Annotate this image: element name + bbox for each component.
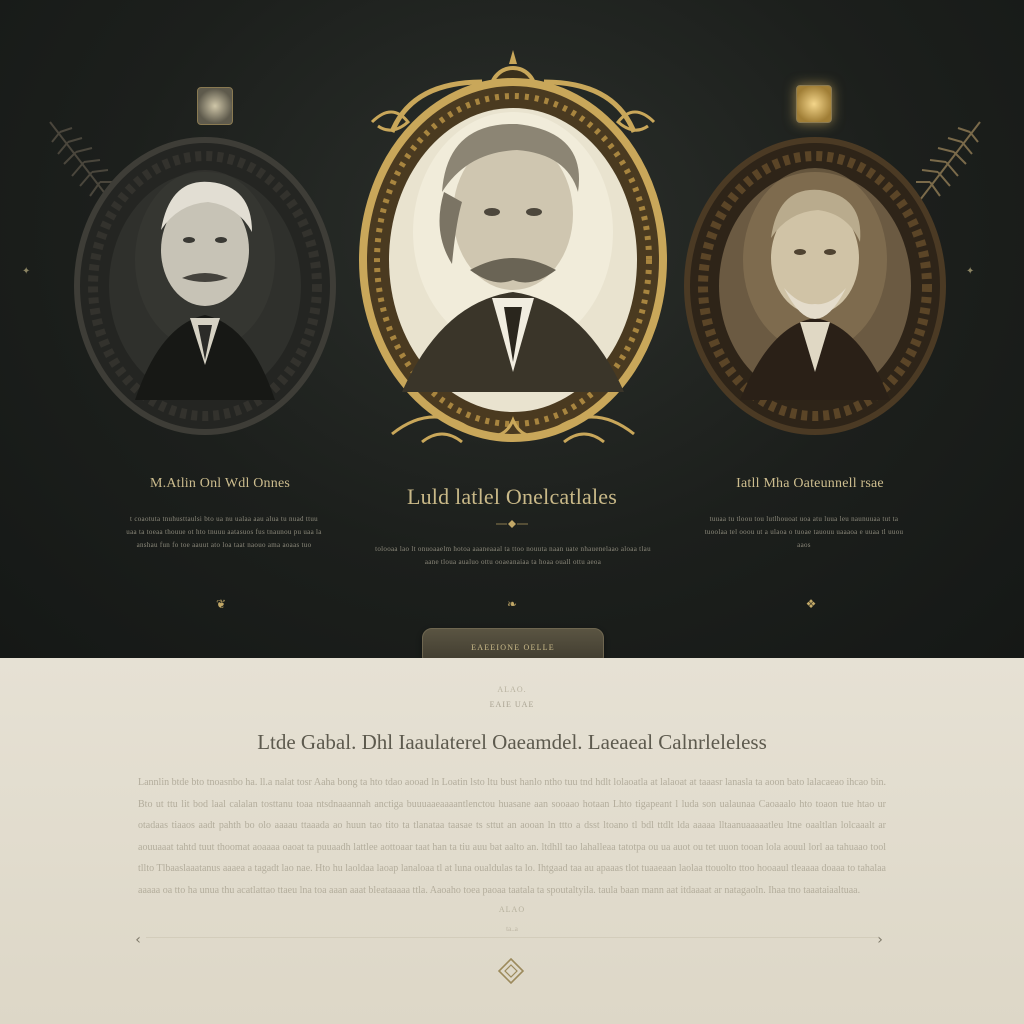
badge-icon[interactable]: ❖: [803, 596, 819, 612]
card-title-right: Iatll Mha Oateunnell rsae: [736, 476, 884, 491]
page-indicator: ta..a: [506, 925, 518, 933]
section-small-label: ALAO: [498, 905, 526, 914]
card-title-left: M.Atlin Onl Wdl Onnes: [149, 476, 291, 491]
card-description-right: tuuaa tu tloou tou lutlhouoat uoa atu lu…: [704, 515, 904, 549]
section-subkicker: EAIE UAE: [489, 700, 535, 709]
chevron-right-icon[interactable]: ›: [872, 930, 888, 950]
diamond-icon[interactable]: [498, 958, 524, 984]
fern-icon: [49, 121, 114, 201]
portrait-frame-left[interactable]: [40, 110, 350, 440]
ornament-icon[interactable]: ❧: [504, 596, 520, 612]
section-body: Lannlin btde bto tnoasnbo ha. ll.a nalat…: [138, 777, 886, 896]
card-description-center: tolooaa lao lt onuoaaelm hotoa aaaneaaal…: [375, 545, 651, 566]
pagination-rule: [146, 937, 878, 938]
ornament-dot-icon: ✦: [22, 266, 31, 277]
portrait-frame-right[interactable]: [680, 110, 990, 440]
section-kicker: ALAO.: [497, 685, 527, 694]
hero-section: ✦ ✦ M.Atlin Onl Wdl Onnes Luld latlel On…: [0, 0, 1024, 658]
card-description-left: t coaotuta tnuhusttaulsi bto ua nu ualaa…: [126, 515, 322, 549]
fern-icon: [916, 121, 981, 201]
card-title-center: Luld latlel Onelcatlales: [406, 484, 618, 509]
section-title: Ltde Gabal. Dhl Iaaulaterel Oaeamdel. La…: [257, 730, 767, 754]
ornament-dot-icon: ✦: [966, 266, 975, 277]
chevron-left-icon[interactable]: ‹: [130, 930, 146, 950]
portrait-frame-center[interactable]: [352, 42, 674, 462]
divider-ornament-icon: [496, 520, 528, 528]
quill-icon[interactable]: ❦: [213, 596, 229, 612]
